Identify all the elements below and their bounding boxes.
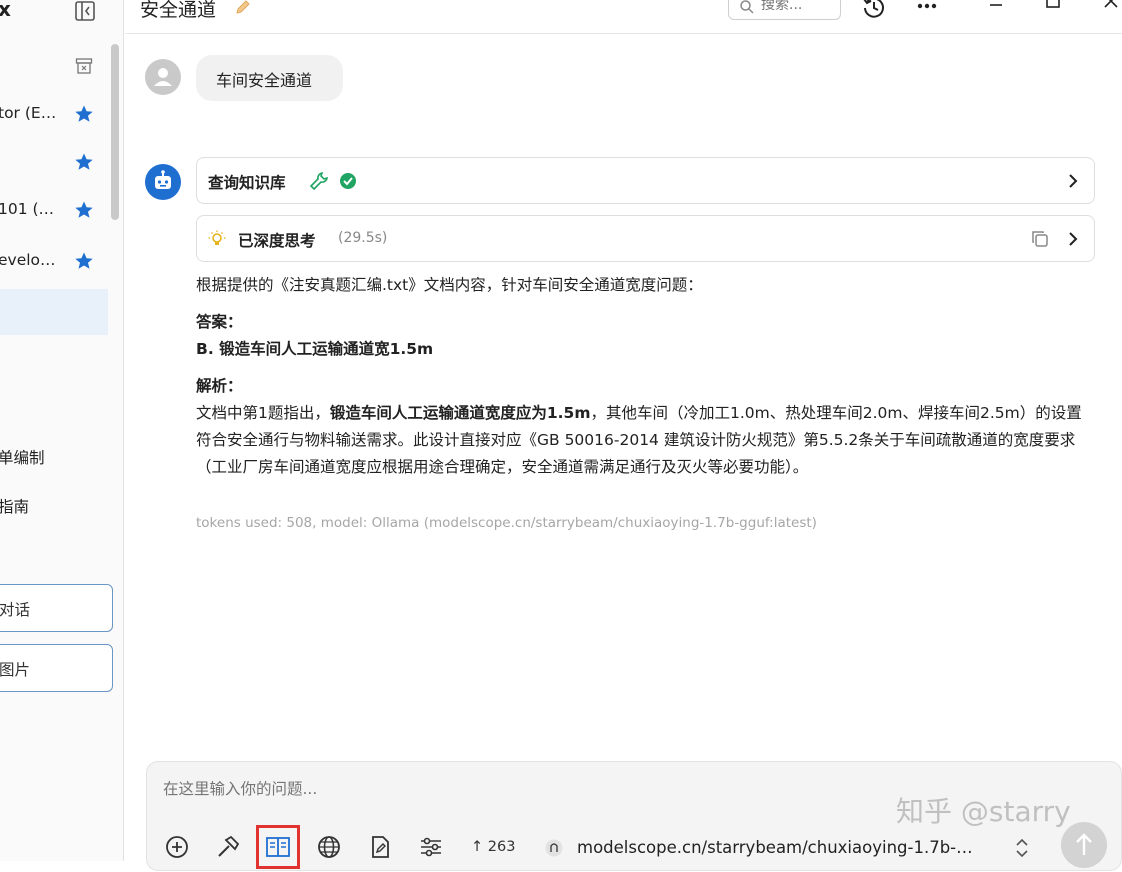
sidebar-list-item[interactable]: 单编制: [0, 446, 45, 468]
sidebar-list-item[interactable]: 指南: [0, 495, 29, 517]
analysis-bold: 锻造车间人工运输通道宽度应为1.5m: [330, 404, 591, 422]
user-icon: [145, 59, 181, 95]
thinking-label: 已深度思考: [238, 229, 316, 251]
question-input[interactable]: [163, 780, 863, 798]
analysis-heading: 解析：: [196, 373, 1096, 400]
success-check-icon: [339, 172, 357, 190]
maximize-icon[interactable]: [1040, 0, 1066, 20]
sidebar-item-conversation-1[interactable]: tor (E…: [0, 92, 108, 138]
document-edit-icon[interactable]: [367, 834, 393, 860]
model-name: modelscope.cn/starrybeam/chuxiaoying-1.7…: [577, 838, 973, 857]
user-message-text: 车间安全通道: [216, 67, 312, 91]
star-icon[interactable]: [74, 152, 94, 172]
star-icon[interactable]: [74, 200, 94, 220]
copy-icon[interactable]: [1031, 230, 1049, 248]
robot-icon: [145, 164, 181, 200]
web-search-icon[interactable]: [316, 834, 342, 860]
conversation-title: 安全通道: [140, 0, 216, 22]
wrench-icon: [309, 171, 329, 191]
deep-thinking-card[interactable]: 已深度思考 (29.5s): [196, 215, 1095, 262]
search-box[interactable]: [728, 0, 841, 20]
search-icon: [739, 0, 755, 15]
model-provider-icon: [545, 839, 563, 857]
analysis-text: 文档中第1题指出，锻造车间人工运输通道宽度应为1.5m，其他车间（冷加工1.0m…: [196, 400, 1096, 481]
sidebar-item-label: tor (E…: [0, 104, 56, 122]
answer-intro: 根据提供的《注安真题汇编.txt》文档内容，针对车间安全通道宽度问题：: [196, 272, 1096, 299]
chat-header: 安全通道: [125, 0, 1122, 34]
settings-sliders-icon[interactable]: [418, 834, 444, 860]
response-metadata: tokens used: 508, model: Ollama (modelsc…: [196, 515, 817, 531]
sidebar-collapse-icon[interactable]: [74, 0, 96, 22]
chevron-up-down-icon[interactable]: [1014, 837, 1030, 859]
user-avatar: [145, 59, 181, 95]
thinking-time: (29.5s): [338, 230, 387, 246]
sidebar-scrollbar[interactable]: [111, 44, 119, 220]
model-selector[interactable]: modelscope.cn/starrybeam/chuxiaoying-1.7…: [541, 833, 1001, 863]
user-message-bubble: 车间安全通道: [196, 55, 343, 101]
new-chat-button[interactable]: 对话: [0, 584, 113, 632]
new-chat-label: 对话: [0, 598, 30, 620]
app-title: x: [0, 0, 11, 21]
add-attachment-icon[interactable]: [164, 834, 190, 860]
analysis-part-1: 文档中第1题指出，: [196, 404, 330, 422]
image-label: 图片: [0, 658, 30, 680]
token-count: ↑ 263: [471, 839, 515, 855]
answer-value: B. 锻造车间人工运输通道宽1.5m: [196, 336, 1096, 363]
sidebar-item-active[interactable]: [0, 289, 108, 335]
minimize-icon[interactable]: [983, 0, 1009, 20]
sidebar-item-label: 101 (…: [0, 200, 54, 218]
close-icon[interactable]: [1098, 0, 1122, 20]
answer-heading: 答案：: [196, 309, 1096, 336]
watermark: 知乎 @starry: [896, 790, 1071, 830]
chevron-right-icon[interactable]: [1066, 173, 1080, 189]
hammer-tool-icon[interactable]: [215, 834, 241, 860]
history-icon[interactable]: [861, 0, 887, 20]
image-button[interactable]: 图片: [0, 644, 113, 692]
chevron-right-icon[interactable]: [1066, 231, 1080, 247]
assistant-avatar: [145, 164, 181, 200]
knowledge-base-tool-card[interactable]: 查询知识库: [196, 157, 1095, 204]
sidebar-item-conversation-2[interactable]: [0, 140, 108, 186]
search-input[interactable]: [761, 0, 836, 13]
edit-title-icon[interactable]: [235, 0, 251, 14]
tool-card-label: 查询知识库: [208, 171, 286, 193]
more-options-icon[interactable]: [914, 0, 940, 20]
knowledge-base-icon[interactable]: [265, 834, 291, 860]
star-icon[interactable]: [74, 104, 94, 124]
archive-icon[interactable]: [75, 57, 93, 75]
lightbulb-icon: [208, 230, 226, 248]
sidebar-item-label: evelo…: [0, 251, 56, 269]
sidebar: x tor (E… 101 (… evelo… 单编制 指南 对话 图片 ): [0, 0, 124, 861]
sidebar-item-conversation-3[interactable]: 101 (…: [0, 188, 108, 234]
star-icon[interactable]: [74, 251, 94, 271]
sidebar-item-conversation-4[interactable]: evelo…: [0, 239, 108, 285]
assistant-answer: 根据提供的《注安真题汇编.txt》文档内容，针对车间安全通道宽度问题： 答案： …: [196, 272, 1096, 481]
